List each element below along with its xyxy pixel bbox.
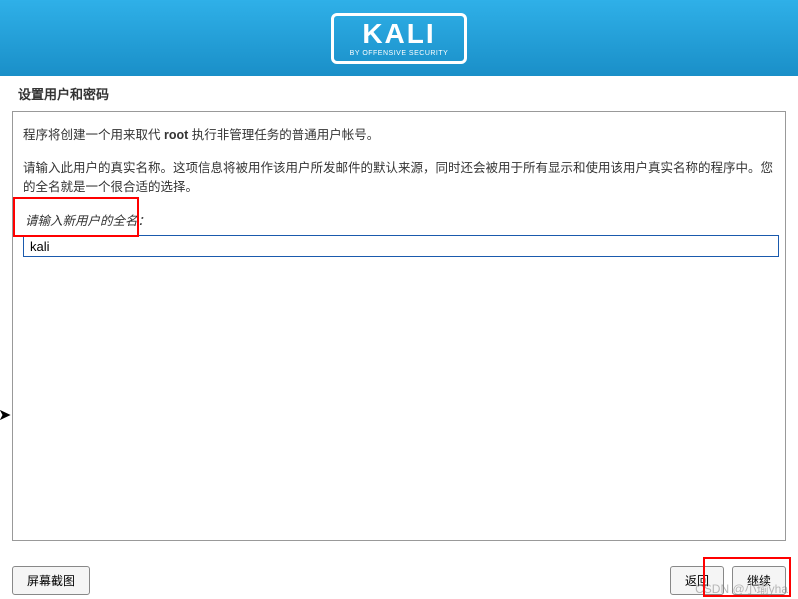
logo-text: KALI bbox=[350, 20, 449, 48]
description-line-2: 请输入此用户的真实名称。这项信息将被用作该用户所发邮件的默认来源，同时还会被用于… bbox=[23, 159, 775, 197]
fullname-label: 请输入新用户的全名： bbox=[25, 210, 775, 229]
back-button[interactable]: 返回 bbox=[670, 566, 724, 595]
screenshot-button[interactable]: 屏幕截图 bbox=[12, 566, 90, 595]
main-panel: 程序将创建一个用来取代 root 执行非管理任务的普通用户帐号。 请输入此用户的… bbox=[12, 111, 786, 541]
section-title: 设置用户和密码 bbox=[0, 76, 798, 111]
kali-logo: KALI BY OFFENSIVE SECURITY bbox=[331, 13, 468, 64]
footer-bar: 屏幕截图 返回 继续 bbox=[0, 566, 798, 595]
description-line-1: 程序将创建一个用来取代 root 执行非管理任务的普通用户帐号。 bbox=[23, 126, 775, 145]
logo-subtitle: BY OFFENSIVE SECURITY bbox=[350, 50, 449, 57]
footer-right-group: 返回 继续 bbox=[670, 566, 786, 595]
cursor-icon: ➤ bbox=[0, 405, 11, 425]
installer-header: KALI BY OFFENSIVE SECURITY bbox=[0, 0, 798, 76]
continue-button[interactable]: 继续 bbox=[732, 566, 786, 595]
fullname-input[interactable] bbox=[23, 235, 779, 257]
